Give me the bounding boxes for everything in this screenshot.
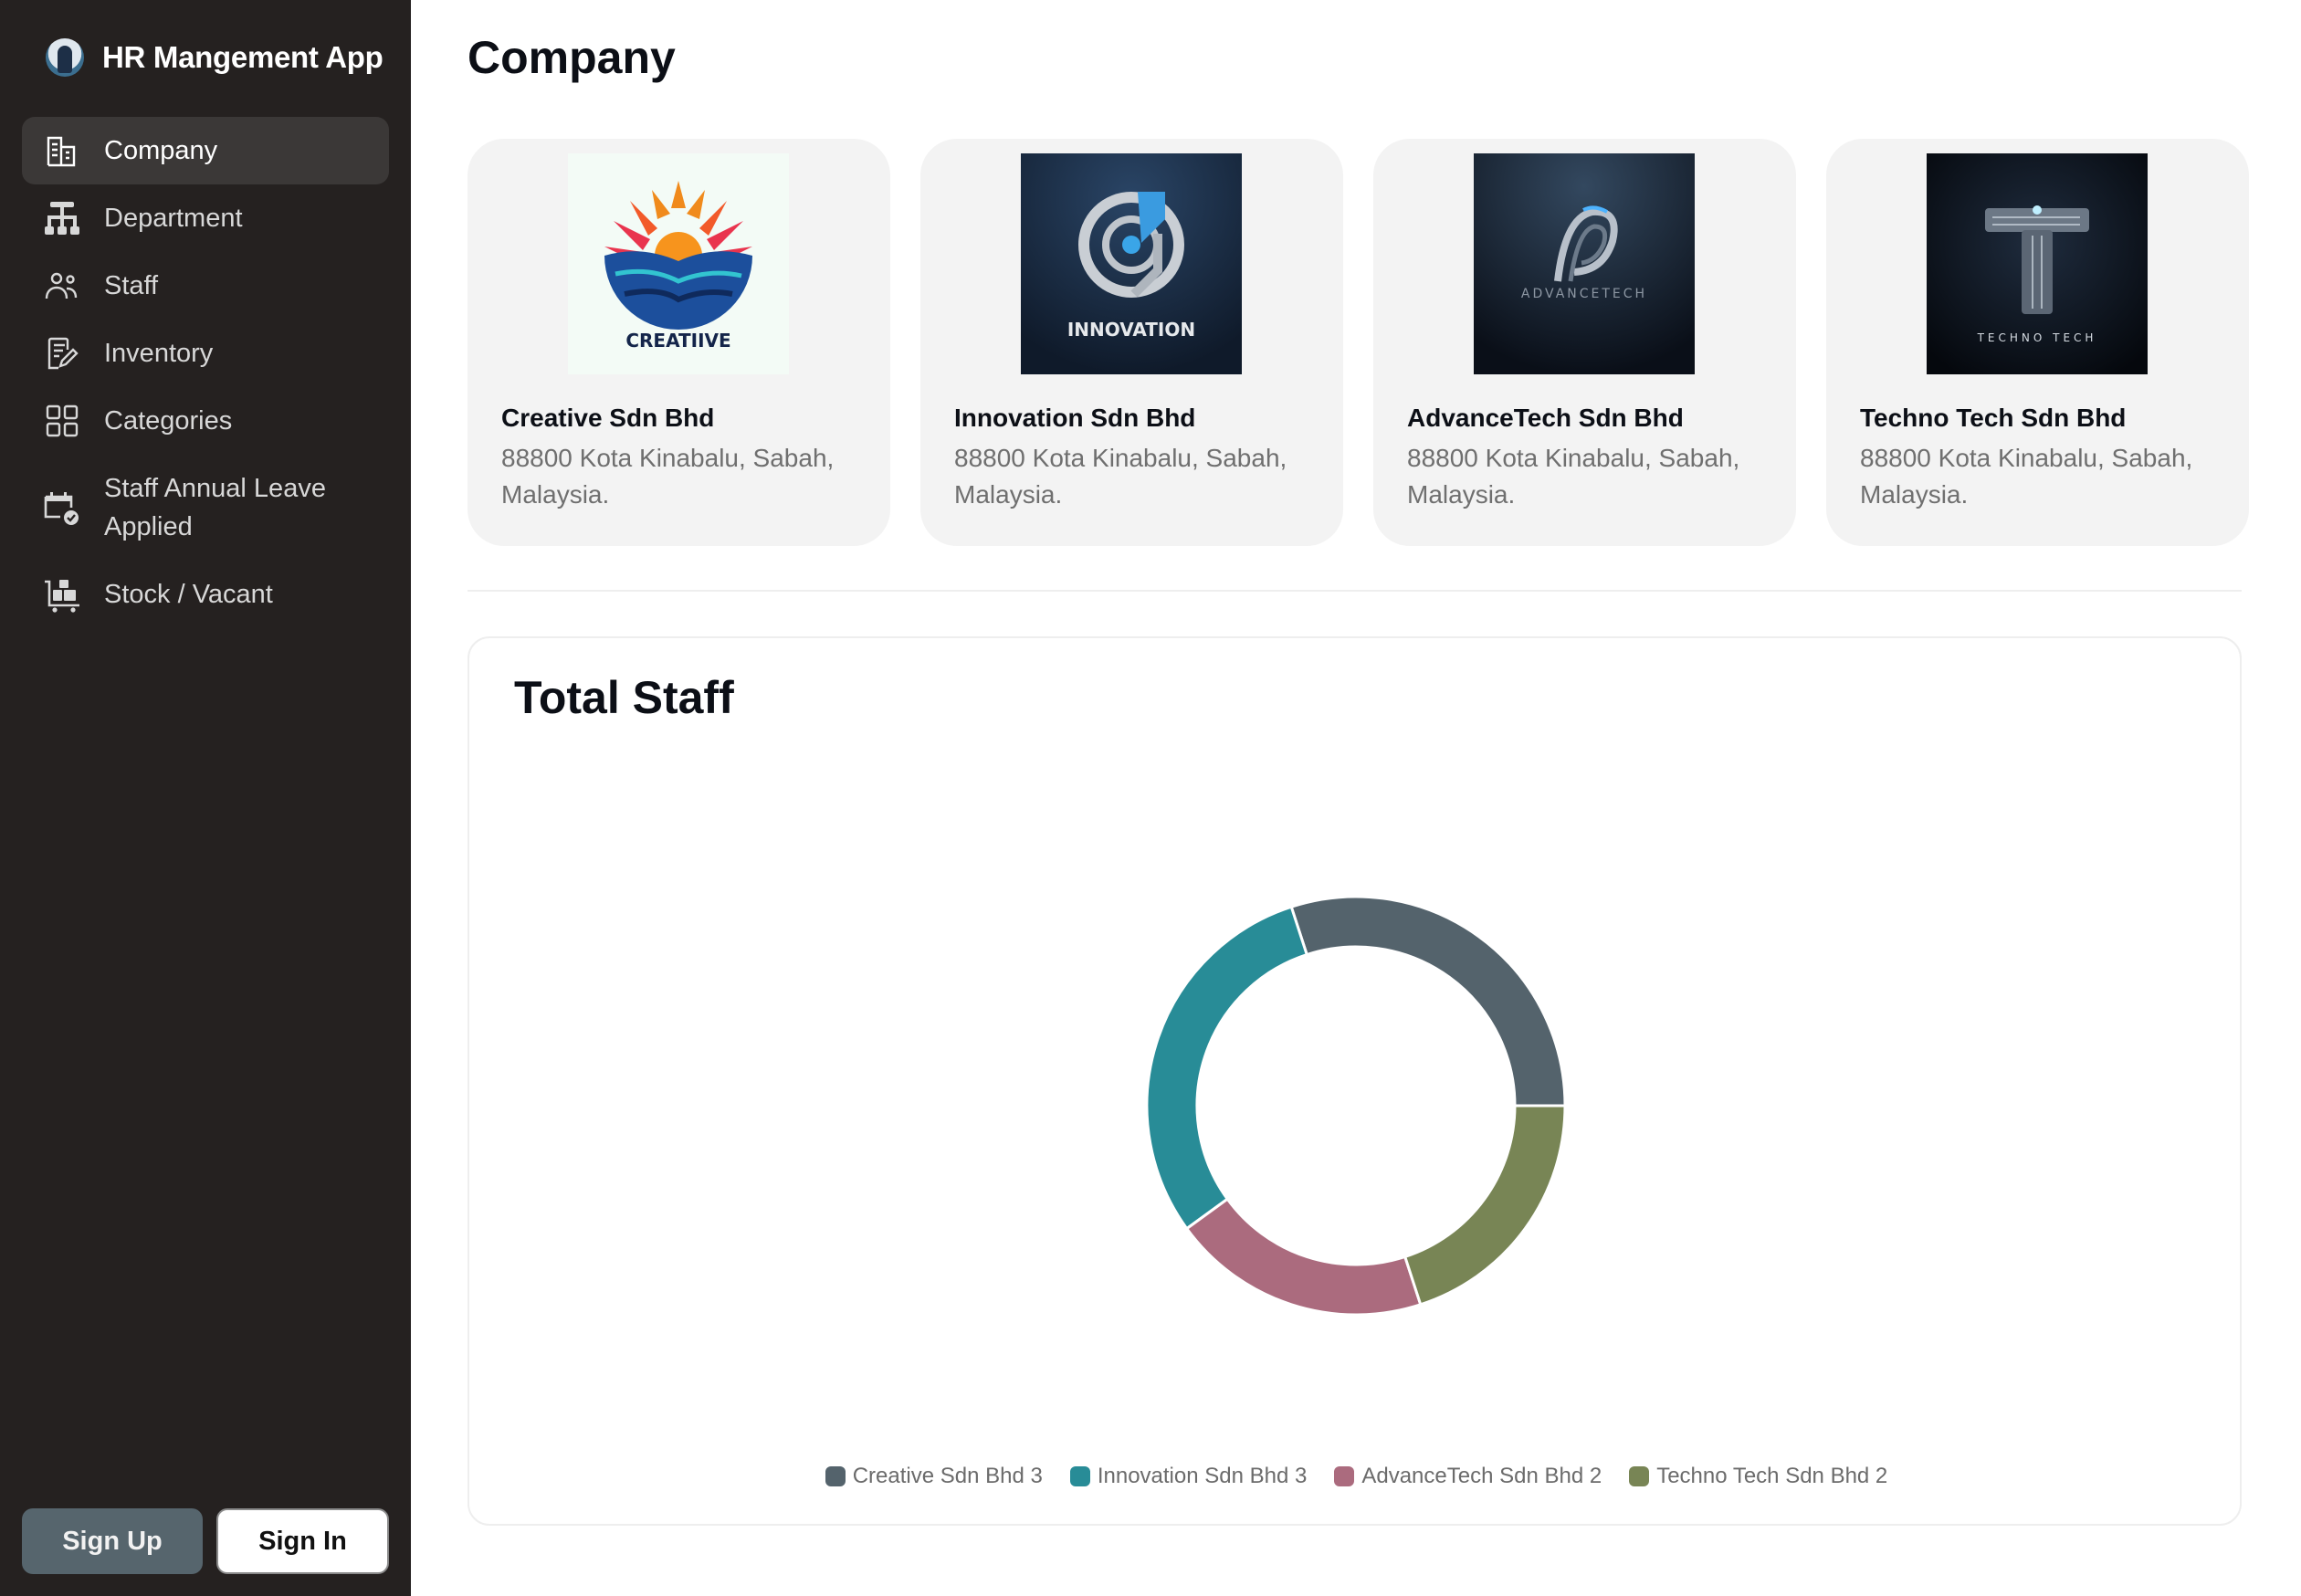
- sign-in-button[interactable]: Sign In: [216, 1508, 389, 1574]
- legend-item-advancetech[interactable]: AdvanceTech Sdn Bhd 2: [1334, 1464, 1602, 1489]
- svg-text:ADVANCETECH: ADVANCETECH: [1521, 287, 1647, 301]
- legend-item-techno-tech[interactable]: Techno Tech Sdn Bhd 2: [1629, 1464, 1887, 1489]
- app-root: HR Mangement App Company Department Staf…: [0, 0, 2301, 1596]
- sidebar-item-label: Department: [104, 204, 243, 233]
- cart-boxes-icon: [44, 576, 80, 613]
- sidebar-item-company[interactable]: Company: [22, 117, 389, 184]
- advancetech-logo-image: ADVANCETECH: [1474, 153, 1695, 374]
- company-card-techno-tech[interactable]: TECHNO TECH Techno Tech Sdn Bhd 88800 Ko…: [1826, 139, 2249, 546]
- chart-legend: Creative Sdn Bhd 3 Innovation Sdn Bhd 3 …: [469, 1464, 2243, 1489]
- sidebar-item-label: Inventory: [104, 339, 214, 368]
- sidebar-item-inventory[interactable]: Inventory: [22, 320, 389, 387]
- company-cards: CREATIIVE Creative Sdn Bhd 88800 Kota Ki…: [468, 139, 2249, 546]
- legend-swatch: [1069, 1466, 1090, 1486]
- company-name: Innovation Sdn Bhd: [954, 404, 1196, 432]
- page-title: Company: [468, 32, 676, 83]
- grid-icon: [44, 403, 80, 439]
- company-name: Techno Tech Sdn Bhd: [1860, 404, 2127, 432]
- svg-text:TECHNO TECH: TECHNO TECH: [1977, 331, 2097, 344]
- legend-label: Creative Sdn Bhd 3: [852, 1464, 1043, 1488]
- svg-text:INNOVATION: INNOVATION: [1067, 319, 1195, 341]
- legend-item-innovation[interactable]: Innovation Sdn Bhd 3: [1069, 1464, 1308, 1489]
- donut-slice-innovation-sdn-bhd[interactable]: [1145, 905, 1309, 1231]
- company-name: AdvanceTech Sdn Bhd: [1407, 404, 1684, 432]
- auth-buttons: Sign Up Sign In: [22, 1508, 389, 1574]
- company-card-innovation[interactable]: INNOVATION Innovation Sdn Bhd 88800 Kota…: [920, 139, 1343, 546]
- sidebar-item-label: Categories: [104, 406, 233, 436]
- sidebar-item-label: Stock / Vacant: [104, 580, 273, 609]
- sidebar: HR Mangement App Company Department Staf…: [0, 0, 411, 1596]
- donut-slice-creative-sdn-bhd[interactable]: [1289, 895, 1567, 1108]
- company-card-advancetech[interactable]: ADVANCETECH AdvanceTech Sdn Bhd 88800 Ko…: [1373, 139, 1796, 546]
- donut-slice-advancetech-sdn-bhd[interactable]: [1184, 1197, 1423, 1317]
- company-address: 88800 Kota Kinabalu, Sabah, Malaysia.: [954, 444, 1287, 509]
- sidebar-item-label: Company: [104, 136, 218, 165]
- company-name: Creative Sdn Bhd: [501, 404, 715, 432]
- innovation-logo-image: INNOVATION: [1021, 153, 1242, 374]
- sidebar-item-staff[interactable]: Staff: [22, 252, 389, 320]
- company-address: 88800 Kota Kinabalu, Sabah, Malaysia.: [1860, 444, 2193, 509]
- sign-up-button[interactable]: Sign Up: [22, 1508, 203, 1574]
- section-divider: [468, 590, 2242, 592]
- legend-swatch: [1334, 1466, 1355, 1486]
- company-address: 88800 Kota Kinabalu, Sabah, Malaysia.: [1407, 444, 1740, 509]
- sidebar-item-department[interactable]: Department: [22, 184, 389, 252]
- app-title: HR Mangement App: [102, 40, 384, 74]
- legend-swatch: [825, 1466, 846, 1486]
- legend-label: AdvanceTech Sdn Bhd 2: [1361, 1464, 1602, 1488]
- legend-item-creative[interactable]: Creative Sdn Bhd 3: [825, 1464, 1043, 1489]
- sidebar-item-label: Staff: [104, 271, 159, 300]
- sidebar-item-label: Staff Annual Leave Applied: [104, 474, 326, 541]
- document-edit-icon: [44, 335, 80, 372]
- building-icon: [44, 132, 80, 169]
- sidebar-item-stock-vacant[interactable]: Stock / Vacant: [22, 561, 389, 628]
- legend-label: Techno Tech Sdn Bhd 2: [1656, 1464, 1888, 1488]
- legend-label: Innovation Sdn Bhd 3: [1097, 1464, 1308, 1488]
- sidebar-item-staff-annual-leave[interactable]: Staff Annual Leave Applied: [22, 455, 389, 561]
- users-icon: [44, 268, 80, 304]
- org-chart-icon: [44, 200, 80, 236]
- donut-chart: [1145, 895, 1567, 1317]
- company-card-creative[interactable]: CREATIIVE Creative Sdn Bhd 88800 Kota Ki…: [468, 139, 890, 546]
- creative-logo-image: CREATIIVE: [568, 153, 789, 374]
- main-content: Company CREATIIVE Creative Sdn Bhd 88800…: [411, 0, 2301, 1596]
- donut-slice-techno-tech-sdn-bhd[interactable]: [1403, 1104, 1567, 1307]
- total-staff-chart-card: Total Staff Creative Sdn Bhd 3 Innovatio…: [468, 636, 2242, 1526]
- legend-swatch: [1629, 1466, 1650, 1486]
- sidebar-nav: Company Department Staff Inventory Categ…: [22, 117, 389, 628]
- hr-manager-avatar-icon: [46, 38, 84, 77]
- calendar-check-icon: [44, 489, 80, 526]
- techno-tech-logo-image: TECHNO TECH: [1927, 153, 2148, 374]
- company-address: 88800 Kota Kinabalu, Sabah, Malaysia.: [501, 444, 835, 509]
- brand[interactable]: HR Mangement App: [46, 38, 384, 77]
- sidebar-item-categories[interactable]: Categories: [22, 387, 389, 455]
- svg-text:CREATIIVE: CREATIIVE: [625, 330, 730, 352]
